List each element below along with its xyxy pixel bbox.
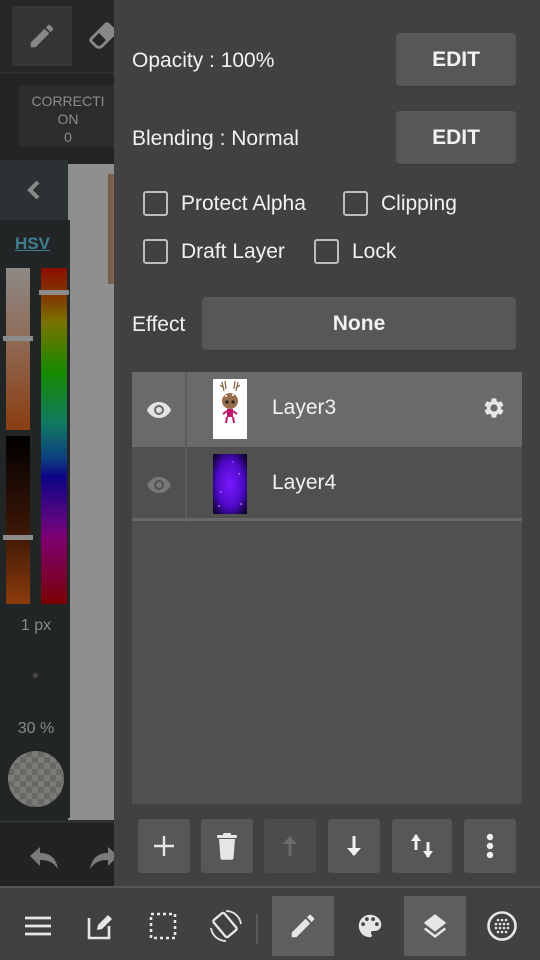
plus-icon	[154, 836, 174, 856]
delete-layer-button[interactable]	[201, 819, 253, 873]
rotate-icon	[210, 910, 242, 942]
checkbox-box[interactable]	[143, 239, 168, 264]
selection-icon	[149, 912, 177, 940]
nav-material-button[interactable]	[471, 896, 533, 956]
nav-layers-button[interactable]	[404, 896, 466, 956]
brush-size-label[interactable]: 1 px	[0, 617, 72, 635]
app-root: CORRECTI ON 0 HSV 1 px 30 % Opacity : 10…	[0, 0, 540, 960]
palette-icon	[358, 914, 382, 938]
nav-menu-button[interactable]	[7, 896, 69, 956]
saturation-slider-handle[interactable]	[3, 335, 33, 341]
clipping-checkbox[interactable]: Clipping	[343, 191, 457, 216]
arrow-up-icon	[283, 836, 297, 856]
edit-icon	[87, 915, 112, 940]
arrow-down-icon	[347, 836, 361, 856]
opacity-edit-button[interactable]: EDIT	[396, 33, 516, 87]
effect-select-button[interactable]: None	[202, 297, 516, 351]
pencil-icon	[30, 24, 54, 48]
lock-checkbox[interactable]: Lock	[314, 239, 396, 264]
more-options-button[interactable]	[464, 819, 516, 873]
correction-button[interactable]: CORRECTI ON 0	[18, 85, 114, 147]
layer-row-layer4[interactable]: Layer4	[132, 447, 522, 522]
add-layer-button[interactable]	[138, 819, 190, 873]
undo-icon[interactable]	[28, 845, 60, 871]
more-vertical-icon	[486, 833, 494, 859]
protect-alpha-checkbox[interactable]: Protect Alpha	[143, 191, 306, 216]
tool-selector-bar	[0, 0, 114, 74]
checkbox-label: Draft Layer	[181, 239, 285, 263]
layer-name: Layer4	[272, 471, 337, 494]
layer-name: Layer3	[272, 396, 337, 419]
saturation-slider[interactable]	[6, 268, 30, 430]
checkbox-box[interactable]	[314, 239, 339, 264]
nav-selection-button[interactable]	[132, 896, 194, 956]
checkbox-box[interactable]	[343, 191, 368, 216]
layer-properties-panel: Opacity : 100% EDIT Blending : Normal ED…	[114, 0, 540, 886]
value-slider-handle[interactable]	[3, 534, 33, 540]
canvas-preview[interactable]	[68, 164, 114, 824]
nav-rotate-button[interactable]	[195, 896, 257, 956]
layer-settings-button[interactable]	[482, 396, 506, 425]
undo-redo-bar	[0, 820, 114, 886]
checkbox-box[interactable]	[143, 191, 168, 216]
effect-label: Effect	[132, 313, 186, 336]
nav-palette-button[interactable]	[339, 896, 401, 956]
opacity-label: Opacity : 100%	[132, 49, 275, 72]
nav-pencil-button[interactable]	[272, 896, 334, 956]
layers-icon	[423, 914, 447, 938]
layer-list-divider	[132, 518, 522, 521]
layer-thumbnail-galaxy	[213, 454, 247, 514]
move-layer-up-button[interactable]	[264, 819, 316, 873]
brush-opacity-preview[interactable]	[8, 751, 64, 807]
drawing-toolbar-area: CORRECTI ON 0 HSV 1 px 30 %	[0, 0, 114, 886]
menu-icon	[25, 916, 51, 936]
brush-size-preview	[33, 673, 38, 678]
draft-layer-checkbox[interactable]: Draft Layer	[143, 239, 285, 264]
layer-list: Layer3 Layer4	[132, 372, 522, 804]
eraser-icon	[89, 22, 114, 49]
layer-visibility-toggle[interactable]	[132, 447, 187, 522]
brush-opacity-label[interactable]: 30 %	[0, 720, 72, 738]
color-mode-link[interactable]: HSV	[15, 234, 50, 254]
eraser-tool-button[interactable]	[86, 18, 114, 52]
pen-tool-button[interactable]	[12, 6, 72, 66]
checkbox-label: Clipping	[381, 191, 457, 215]
layer-thumbnail-deer	[213, 379, 247, 439]
gear-icon	[484, 398, 504, 418]
blending-label: Blending : Normal	[132, 127, 299, 150]
redo-icon[interactable]	[88, 845, 114, 871]
hue-slider-handle[interactable]	[39, 289, 69, 295]
collapse-panel-button[interactable]	[0, 160, 68, 220]
material-icon	[487, 911, 517, 941]
layer-row-layer3[interactable]: Layer3	[132, 372, 522, 447]
eye-icon	[146, 401, 171, 418]
bottom-navigation-bar	[0, 886, 540, 960]
chevron-left-icon	[27, 180, 40, 200]
nav-edit-button[interactable]	[69, 896, 131, 956]
nav-separator	[256, 914, 258, 944]
trash-icon	[217, 833, 237, 860]
layer-visibility-toggle[interactable]	[132, 372, 187, 447]
swap-vertical-icon	[411, 834, 433, 858]
checkbox-label: Lock	[352, 239, 397, 263]
blending-edit-button[interactable]: EDIT	[396, 111, 516, 165]
pencil-icon	[291, 914, 315, 938]
move-layer-down-button[interactable]	[328, 819, 380, 873]
eye-icon	[146, 476, 171, 493]
move-layer-button[interactable]	[392, 819, 452, 873]
value-slider[interactable]	[6, 436, 30, 604]
checkbox-label: Protect Alpha	[181, 191, 306, 215]
hue-slider[interactable]	[41, 268, 67, 604]
